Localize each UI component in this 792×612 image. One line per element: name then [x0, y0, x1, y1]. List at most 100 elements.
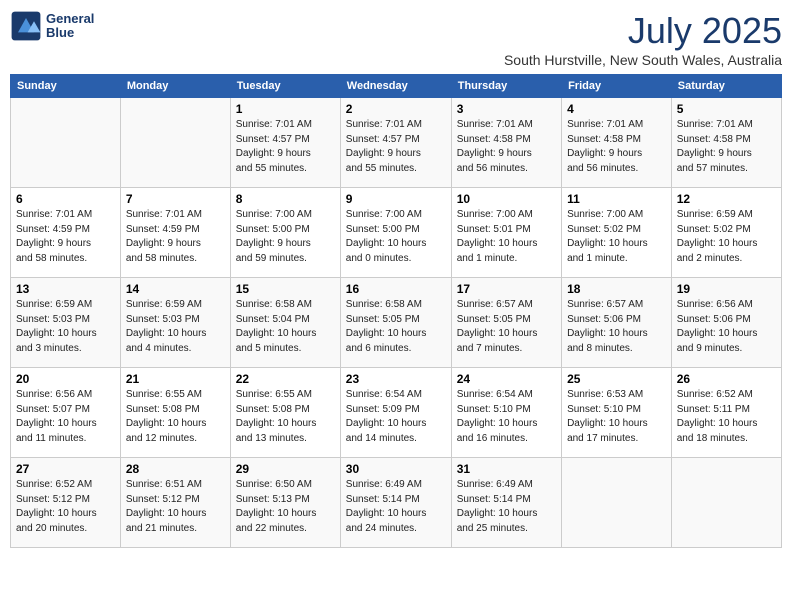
day-info: Sunrise: 6:55 AM Sunset: 5:08 PM Dayligh…	[236, 388, 335, 446]
logo-line2: Blue	[46, 26, 94, 40]
weekday-header-cell: Wednesday	[340, 75, 451, 98]
page-header: General Blue July 2025 South Hurstville,…	[10, 10, 782, 68]
day-number: 24	[457, 372, 556, 386]
calendar-day-cell: 14Sunrise: 6:59 AM Sunset: 5:03 PM Dayli…	[120, 278, 230, 368]
calendar-week-row: 20 Sunrise: 6:56 AM Sunset: 5:07 PM Dayli…	[11, 368, 782, 458]
day-info: Sunrise: 7:01 AM Sunset: 4:59 PM Dayligh…	[126, 208, 225, 266]
weekday-header-cell: Saturday	[671, 75, 781, 98]
calendar-day-cell: 18Sunrise: 6:57 AM Sunset: 5:06 PM Dayli…	[562, 278, 672, 368]
weekday-header-cell: Friday	[562, 75, 672, 98]
calendar-day-cell: 22 Sunrise: 6:55 AM Sunset: 5:08 PM Dayli…	[230, 368, 340, 458]
day-number: 8	[236, 192, 335, 206]
day-info: Sunrise: 6:54 AM Sunset: 5:09 PM Dayligh…	[346, 388, 446, 446]
title-block: July 2025 South Hurstville, New South Wa…	[504, 10, 782, 68]
calendar-table: SundayMondayTuesdayWednesdayThursdayFrid…	[10, 74, 782, 548]
location-subtitle: South Hurstville, New South Wales, Austr…	[504, 52, 782, 68]
day-info: Sunrise: 7:01 AM Sunset: 4:58 PM Dayligh…	[677, 118, 776, 176]
weekday-header-cell: Thursday	[451, 75, 561, 98]
calendar-day-cell: 12 Sunrise: 6:59 AM Sunset: 5:02 PM Dayli…	[671, 188, 781, 278]
calendar-day-cell: 26 Sunrise: 6:52 AM Sunset: 5:11 PM Dayli…	[671, 368, 781, 458]
calendar-day-cell: 6 Sunrise: 7:01 AM Sunset: 4:59 PM Daylig…	[11, 188, 121, 278]
day-number: 3	[457, 102, 556, 116]
calendar-week-row: 6 Sunrise: 7:01 AM Sunset: 4:59 PM Daylig…	[11, 188, 782, 278]
day-info: Sunrise: 6:53 AM Sunset: 5:10 PM Dayligh…	[567, 388, 666, 446]
day-info: Sunrise: 7:01 AM Sunset: 4:57 PM Dayligh…	[236, 118, 335, 176]
calendar-day-cell: 7 Sunrise: 7:01 AM Sunset: 4:59 PM Daylig…	[120, 188, 230, 278]
day-info: Sunrise: 6:58 AM Sunset: 5:04 PM Dayligh…	[236, 298, 335, 356]
calendar-day-cell	[562, 458, 672, 548]
calendar-week-row: 13Sunrise: 6:59 AM Sunset: 5:03 PM Dayli…	[11, 278, 782, 368]
day-info: Sunrise: 6:51 AM Sunset: 5:12 PM Dayligh…	[126, 478, 225, 536]
calendar-week-row: 1 Sunrise: 7:01 AM Sunset: 4:57 PM Daylig…	[11, 98, 782, 188]
day-number: 19	[677, 282, 776, 296]
day-number: 22	[236, 372, 335, 386]
calendar-day-cell: 30Sunrise: 6:49 AM Sunset: 5:14 PM Dayli…	[340, 458, 451, 548]
day-number: 15	[236, 282, 335, 296]
day-number: 14	[126, 282, 225, 296]
day-number: 9	[346, 192, 446, 206]
day-info: Sunrise: 6:52 AM Sunset: 5:12 PM Dayligh…	[16, 478, 115, 536]
day-info: Sunrise: 7:00 AM Sunset: 5:01 PM Dayligh…	[457, 208, 556, 266]
day-info: Sunrise: 6:49 AM Sunset: 5:14 PM Dayligh…	[457, 478, 556, 536]
logo-icon	[10, 10, 42, 42]
day-info: Sunrise: 6:57 AM Sunset: 5:05 PM Dayligh…	[457, 298, 556, 356]
calendar-day-cell: 20 Sunrise: 6:56 AM Sunset: 5:07 PM Dayli…	[11, 368, 121, 458]
day-number: 26	[677, 372, 776, 386]
calendar-day-cell: 23 Sunrise: 6:54 AM Sunset: 5:09 PM Dayli…	[340, 368, 451, 458]
day-info: Sunrise: 6:52 AM Sunset: 5:11 PM Dayligh…	[677, 388, 776, 446]
calendar-day-cell: 13Sunrise: 6:59 AM Sunset: 5:03 PM Dayli…	[11, 278, 121, 368]
day-number: 16	[346, 282, 446, 296]
day-number: 29	[236, 462, 335, 476]
day-number: 21	[126, 372, 225, 386]
day-number: 23	[346, 372, 446, 386]
day-number: 20	[16, 372, 115, 386]
calendar-day-cell: 19 Sunrise: 6:56 AM Sunset: 5:06 PM Dayli…	[671, 278, 781, 368]
day-number: 28	[126, 462, 225, 476]
day-number: 30	[346, 462, 446, 476]
day-info: Sunrise: 7:00 AM Sunset: 5:02 PM Dayligh…	[567, 208, 666, 266]
day-info: Sunrise: 6:54 AM Sunset: 5:10 PM Dayligh…	[457, 388, 556, 446]
day-number: 10	[457, 192, 556, 206]
calendar-day-cell	[11, 98, 121, 188]
day-info: Sunrise: 6:55 AM Sunset: 5:08 PM Dayligh…	[126, 388, 225, 446]
day-number: 2	[346, 102, 446, 116]
calendar-day-cell: 21 Sunrise: 6:55 AM Sunset: 5:08 PM Dayli…	[120, 368, 230, 458]
day-info: Sunrise: 7:01 AM Sunset: 4:59 PM Dayligh…	[16, 208, 115, 266]
calendar-day-cell: 9Sunrise: 7:00 AM Sunset: 5:00 PM Daylig…	[340, 188, 451, 278]
calendar-day-cell: 5 Sunrise: 7:01 AM Sunset: 4:58 PM Daylig…	[671, 98, 781, 188]
day-info: Sunrise: 6:57 AM Sunset: 5:06 PM Dayligh…	[567, 298, 666, 356]
day-number: 13	[16, 282, 115, 296]
calendar-day-cell: 3Sunrise: 7:01 AM Sunset: 4:58 PM Daylig…	[451, 98, 561, 188]
month-title: July 2025	[504, 10, 782, 52]
calendar-day-cell: 2Sunrise: 7:01 AM Sunset: 4:57 PM Daylig…	[340, 98, 451, 188]
weekday-header-row: SundayMondayTuesdayWednesdayThursdayFrid…	[11, 75, 782, 98]
day-info: Sunrise: 7:00 AM Sunset: 5:00 PM Dayligh…	[236, 208, 335, 266]
calendar-day-cell: 29Sunrise: 6:50 AM Sunset: 5:13 PM Dayli…	[230, 458, 340, 548]
day-number: 7	[126, 192, 225, 206]
calendar-week-row: 27 Sunrise: 6:52 AM Sunset: 5:12 PM Dayli…	[11, 458, 782, 548]
day-number: 6	[16, 192, 115, 206]
day-number: 17	[457, 282, 556, 296]
day-info: Sunrise: 6:56 AM Sunset: 5:07 PM Dayligh…	[16, 388, 115, 446]
calendar-day-cell: 28 Sunrise: 6:51 AM Sunset: 5:12 PM Dayli…	[120, 458, 230, 548]
day-info: Sunrise: 6:56 AM Sunset: 5:06 PM Dayligh…	[677, 298, 776, 356]
calendar-day-cell: 4Sunrise: 7:01 AM Sunset: 4:58 PM Daylig…	[562, 98, 672, 188]
day-number: 5	[677, 102, 776, 116]
day-info: Sunrise: 7:01 AM Sunset: 4:58 PM Dayligh…	[567, 118, 666, 176]
logo: General Blue	[10, 10, 94, 42]
calendar-day-cell: 17 Sunrise: 6:57 AM Sunset: 5:05 PM Dayli…	[451, 278, 561, 368]
calendar-day-cell: 24 Sunrise: 6:54 AM Sunset: 5:10 PM Dayli…	[451, 368, 561, 458]
day-number: 1	[236, 102, 335, 116]
calendar-day-cell: 15 Sunrise: 6:58 AM Sunset: 5:04 PM Dayli…	[230, 278, 340, 368]
day-number: 12	[677, 192, 776, 206]
day-number: 27	[16, 462, 115, 476]
day-info: Sunrise: 6:58 AM Sunset: 5:05 PM Dayligh…	[346, 298, 446, 356]
logo-line1: General	[46, 12, 94, 26]
day-info: Sunrise: 6:59 AM Sunset: 5:02 PM Dayligh…	[677, 208, 776, 266]
weekday-header-cell: Monday	[120, 75, 230, 98]
calendar-day-cell: 10 Sunrise: 7:00 AM Sunset: 5:01 PM Dayli…	[451, 188, 561, 278]
calendar-day-cell: 11Sunrise: 7:00 AM Sunset: 5:02 PM Dayli…	[562, 188, 672, 278]
calendar-day-cell: 27 Sunrise: 6:52 AM Sunset: 5:12 PM Dayli…	[11, 458, 121, 548]
calendar-day-cell: 1 Sunrise: 7:01 AM Sunset: 4:57 PM Daylig…	[230, 98, 340, 188]
calendar-day-cell	[671, 458, 781, 548]
